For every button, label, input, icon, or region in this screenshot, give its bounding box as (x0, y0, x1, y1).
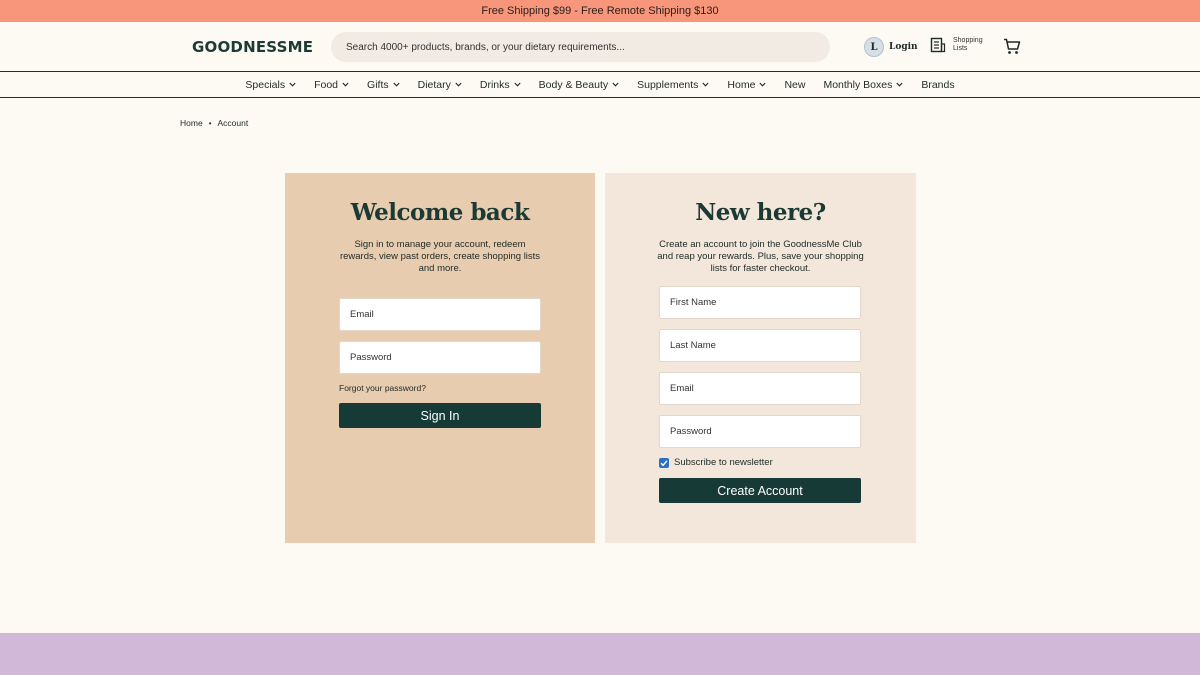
search-input[interactable]: Search 4000+ products, brands, or your d… (346, 42, 625, 53)
nav-item-label: Gifts (367, 78, 389, 91)
nav-item-specials[interactable]: Specials (245, 79, 296, 91)
nav-item-gifts[interactable]: Gifts (367, 79, 400, 91)
last-name-field[interactable] (659, 329, 861, 362)
chevron-down-icon (514, 82, 521, 87)
nav-item-label: Food (314, 78, 339, 91)
forgot-password-link[interactable]: Forgot your password? (339, 383, 426, 393)
login-title: Welcome back (350, 199, 530, 226)
breadcrumb-home[interactable]: Home (180, 118, 203, 128)
breadcrumb: Home • Account (180, 118, 248, 128)
register-description: Create an account to join the GoodnessMe… (657, 239, 864, 274)
chevron-down-icon (289, 82, 296, 87)
chevron-down-icon (455, 82, 462, 87)
nav-item-dietary[interactable]: Dietary (418, 79, 462, 91)
breadcrumb-current: Account (217, 118, 249, 128)
nav-item-food[interactable]: Food (314, 79, 349, 91)
checkmark-icon (660, 459, 668, 466)
avatar: L (864, 37, 884, 57)
site-logo[interactable]: GOODNESSME (192, 38, 313, 56)
chevron-down-icon (702, 82, 710, 87)
promo-bar: Free Shipping $99 - Free Remote Shipping… (0, 0, 1200, 22)
site-header: GOODNESSME Search 4000+ products, brands… (0, 22, 1200, 72)
newsletter-option: Subscribe to newsletter (659, 457, 773, 468)
login-label: Login (889, 42, 918, 52)
newsletter-checkbox[interactable] (659, 457, 669, 468)
cart-icon (1004, 38, 1021, 54)
chevron-down-icon (393, 82, 400, 87)
first-name-field[interactable] (659, 286, 861, 319)
nav-item-brands[interactable]: Brands (921, 79, 954, 91)
nav-item-new[interactable]: New (784, 79, 805, 91)
nav-item-label: Dietary (417, 78, 451, 91)
register-panel: New here? Create an account to join the … (605, 173, 916, 543)
register-password-field[interactable] (659, 415, 861, 448)
newsletter-label: Subscribe to newsletter (674, 457, 773, 468)
chevron-down-icon (896, 82, 903, 87)
main-nav: Specials Food Gifts Dietary Drinks Body & Bea… (0, 72, 1200, 98)
nav-item-home[interactable]: Home (727, 78, 767, 91)
login-button[interactable]: L Login (864, 37, 918, 57)
chevron-down-icon (612, 82, 619, 87)
nav-item-supplements[interactable]: Supplements (637, 78, 710, 91)
list-document-icon (930, 37, 946, 53)
sign-in-button[interactable]: Sign In (339, 403, 541, 428)
promo-text: Free Shipping $99 - Free Remote Shipping… (481, 5, 719, 17)
nav-item-label: New (784, 78, 806, 91)
register-email-field[interactable] (659, 372, 861, 405)
search-bar[interactable]: Search 4000+ products, brands, or your d… (331, 32, 830, 62)
nav-item-label: Monthly Boxes (823, 78, 893, 91)
chevron-down-icon (342, 82, 349, 87)
nav-item-body-beauty[interactable]: Body & Beauty (539, 79, 619, 91)
chevron-down-icon (759, 82, 767, 87)
nav-item-label: Specials (245, 78, 286, 91)
login-password-field[interactable] (339, 341, 541, 374)
shopping-lists-label: Shopping Lists (953, 37, 983, 52)
create-account-button[interactable]: Create Account (659, 478, 861, 503)
login-email-field[interactable] (339, 298, 541, 331)
nav-item-label: Body & Beauty (538, 78, 609, 91)
register-title: New here? (695, 199, 826, 226)
footer-band (0, 633, 1200, 675)
login-panel: Welcome back Sign in to manage your acco… (285, 173, 595, 543)
shopping-lists-button[interactable]: Shopping Lists (930, 37, 993, 53)
nav-item-label: Brands (921, 78, 955, 91)
breadcrumb-separator: • (208, 118, 212, 128)
login-description: Sign in to manage your account, redeem r… (339, 239, 541, 274)
nav-item-label: Drinks (479, 78, 510, 91)
nav-item-label: Supplements (637, 78, 699, 91)
nav-item-monthly-boxes[interactable]: Monthly Boxes (823, 79, 903, 91)
cart-button[interactable] (1003, 38, 1021, 60)
nav-item-label: Home (727, 78, 756, 91)
nav-item-drinks[interactable]: Drinks (480, 79, 521, 91)
